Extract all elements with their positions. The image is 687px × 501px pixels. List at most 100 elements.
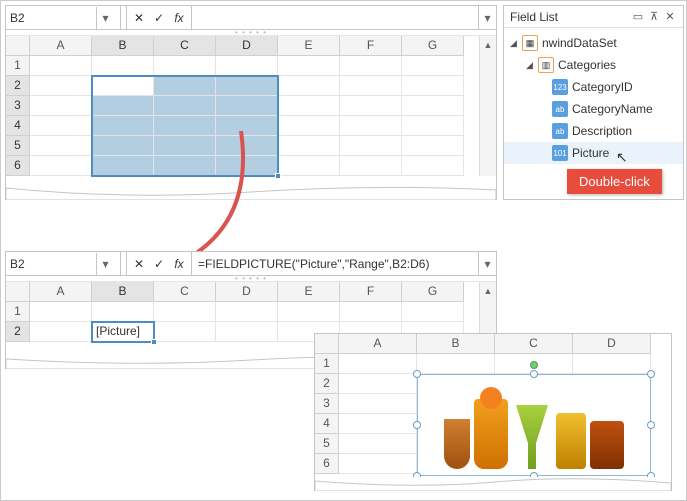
formula-bar-top: ▾ ✕ ✓ fx ▾ <box>6 6 496 30</box>
cancel-icon[interactable]: ✕ <box>131 11 147 25</box>
tree-node-field-picture[interactable]: 101 Picture <box>504 142 683 164</box>
fx-icon[interactable]: fx <box>171 11 187 25</box>
col-header[interactable]: E <box>278 36 340 56</box>
col-header[interactable]: D <box>216 36 278 56</box>
grid-top: A B C D E F G 1 2 3 4 5 6 <box>6 36 496 176</box>
resize-handle[interactable] <box>530 370 538 378</box>
tree-node-field[interactable]: 123 CategoryID <box>504 76 683 98</box>
row-header[interactable]: 4 <box>315 414 339 434</box>
col-header[interactable]: F <box>340 36 402 56</box>
col-header[interactable]: A <box>30 282 92 302</box>
column-headers: A B C D E F G <box>6 36 496 56</box>
row-headers: 1 2 3 4 5 6 <box>6 56 30 176</box>
name-box-dropdown[interactable]: ▾ <box>96 253 114 275</box>
row-header[interactable]: 5 <box>315 434 339 454</box>
row-header[interactable]: 2 <box>6 76 30 96</box>
tree-label: CategoryID <box>572 80 633 94</box>
tree-node-field[interactable]: ab Description <box>504 120 683 142</box>
tree-label: nwindDataSet <box>542 36 617 50</box>
name-box[interactable]: ▾ <box>6 6 121 29</box>
col-header[interactable]: C <box>154 282 216 302</box>
row-header[interactable]: 2 <box>315 374 339 394</box>
tree-node-table[interactable]: ◢ ▥ Categories <box>504 54 683 76</box>
col-header[interactable]: C <box>154 36 216 56</box>
row-header[interactable]: 1 <box>6 302 30 322</box>
tree-label: Description <box>572 124 632 138</box>
col-header[interactable]: B <box>417 334 495 354</box>
col-header[interactable]: F <box>340 282 402 302</box>
tree-node-field[interactable]: ab CategoryName <box>504 98 683 120</box>
pin-icon[interactable]: ⊼ <box>647 10 661 23</box>
tree-label: Categories <box>558 58 616 72</box>
picture-object[interactable] <box>417 374 651 476</box>
name-box-input[interactable] <box>6 253 96 275</box>
name-box[interactable]: ▾ <box>6 252 121 275</box>
row-header[interactable]: 6 <box>315 454 339 474</box>
col-header[interactable]: E <box>278 282 340 302</box>
row-header[interactable]: 3 <box>6 96 30 116</box>
dock-icon[interactable]: ▭ <box>631 10 645 23</box>
col-header[interactable]: G <box>402 36 464 56</box>
resize-handle[interactable] <box>647 421 655 429</box>
expander-icon[interactable]: ◢ <box>510 38 522 49</box>
expander-icon[interactable]: ◢ <box>526 60 538 71</box>
formula-expand[interactable]: ▾ <box>478 252 496 275</box>
col-header[interactable]: C <box>495 334 573 354</box>
col-header[interactable]: B <box>92 36 154 56</box>
row-header[interactable]: 3 <box>315 394 339 414</box>
callout-double-click: Double-click <box>567 169 662 194</box>
image-field-icon: 101 <box>552 145 568 161</box>
text-field-icon: ab <box>552 101 568 117</box>
close-icon[interactable]: ✕ <box>663 10 677 23</box>
number-field-icon: 123 <box>552 79 568 95</box>
field-list-title: Field List <box>510 10 558 24</box>
formula-buttons: ✕ ✓ fx <box>127 252 192 275</box>
resize-handle[interactable] <box>413 421 421 429</box>
select-all-corner[interactable] <box>6 282 30 302</box>
resize-handle[interactable] <box>647 370 655 378</box>
accept-icon[interactable]: ✓ <box>151 257 167 271</box>
col-header[interactable]: D <box>573 334 651 354</box>
col-header[interactable]: G <box>402 282 464 302</box>
table-icon: ▥ <box>538 57 554 73</box>
row-header[interactable]: 4 <box>6 116 30 136</box>
col-header[interactable]: B <box>92 282 154 302</box>
text-field-icon: ab <box>552 123 568 139</box>
cells-area[interactable] <box>30 56 464 176</box>
row-header[interactable]: 6 <box>6 156 30 176</box>
formula-input-wrap[interactable] <box>192 252 478 275</box>
tree-node-dataset[interactable]: ◢ ▦ nwindDataSet <box>504 32 683 54</box>
tree-label: Picture <box>572 146 609 160</box>
cell-b2[interactable]: [Picture] <box>92 322 154 342</box>
accept-icon[interactable]: ✓ <box>151 11 167 25</box>
cancel-icon[interactable]: ✕ <box>131 257 147 271</box>
col-header[interactable]: A <box>339 334 417 354</box>
col-header[interactable]: D <box>216 282 278 302</box>
select-all-corner[interactable] <box>6 36 30 56</box>
vertical-scrollbar[interactable]: ▲ <box>479 36 496 176</box>
formula-input[interactable] <box>198 7 472 29</box>
row-header[interactable]: 1 <box>315 354 339 374</box>
col-header[interactable]: A <box>30 36 92 56</box>
dataset-icon: ▦ <box>522 35 538 51</box>
scroll-up-icon[interactable]: ▲ <box>480 282 496 299</box>
formula-bar-bottom: ▾ ✕ ✓ fx ▾ <box>6 252 496 276</box>
name-box-input[interactable] <box>6 7 96 29</box>
formula-input-wrap[interactable] <box>192 6 478 29</box>
row-header[interactable]: 5 <box>6 136 30 156</box>
picture-preview <box>418 375 650 475</box>
field-tree: ◢ ▦ nwindDataSet ◢ ▥ Categories 123 Cate… <box>504 28 683 168</box>
rotate-handle[interactable] <box>530 361 538 369</box>
tree-label: CategoryName <box>572 102 653 116</box>
row-header[interactable]: 2 <box>6 322 30 342</box>
preview-grid: A B C D 1 2 3 4 5 6 <box>314 333 672 491</box>
select-all-corner[interactable] <box>315 334 339 354</box>
resize-handle[interactable] <box>413 370 421 378</box>
formula-expand[interactable]: ▾ <box>478 6 496 29</box>
name-box-dropdown[interactable]: ▾ <box>96 7 114 29</box>
scroll-up-icon[interactable]: ▲ <box>480 36 496 53</box>
formula-input[interactable] <box>198 253 472 275</box>
formula-buttons: ✕ ✓ fx <box>127 6 192 29</box>
fx-icon[interactable]: fx <box>171 257 187 271</box>
row-header[interactable]: 1 <box>6 56 30 76</box>
